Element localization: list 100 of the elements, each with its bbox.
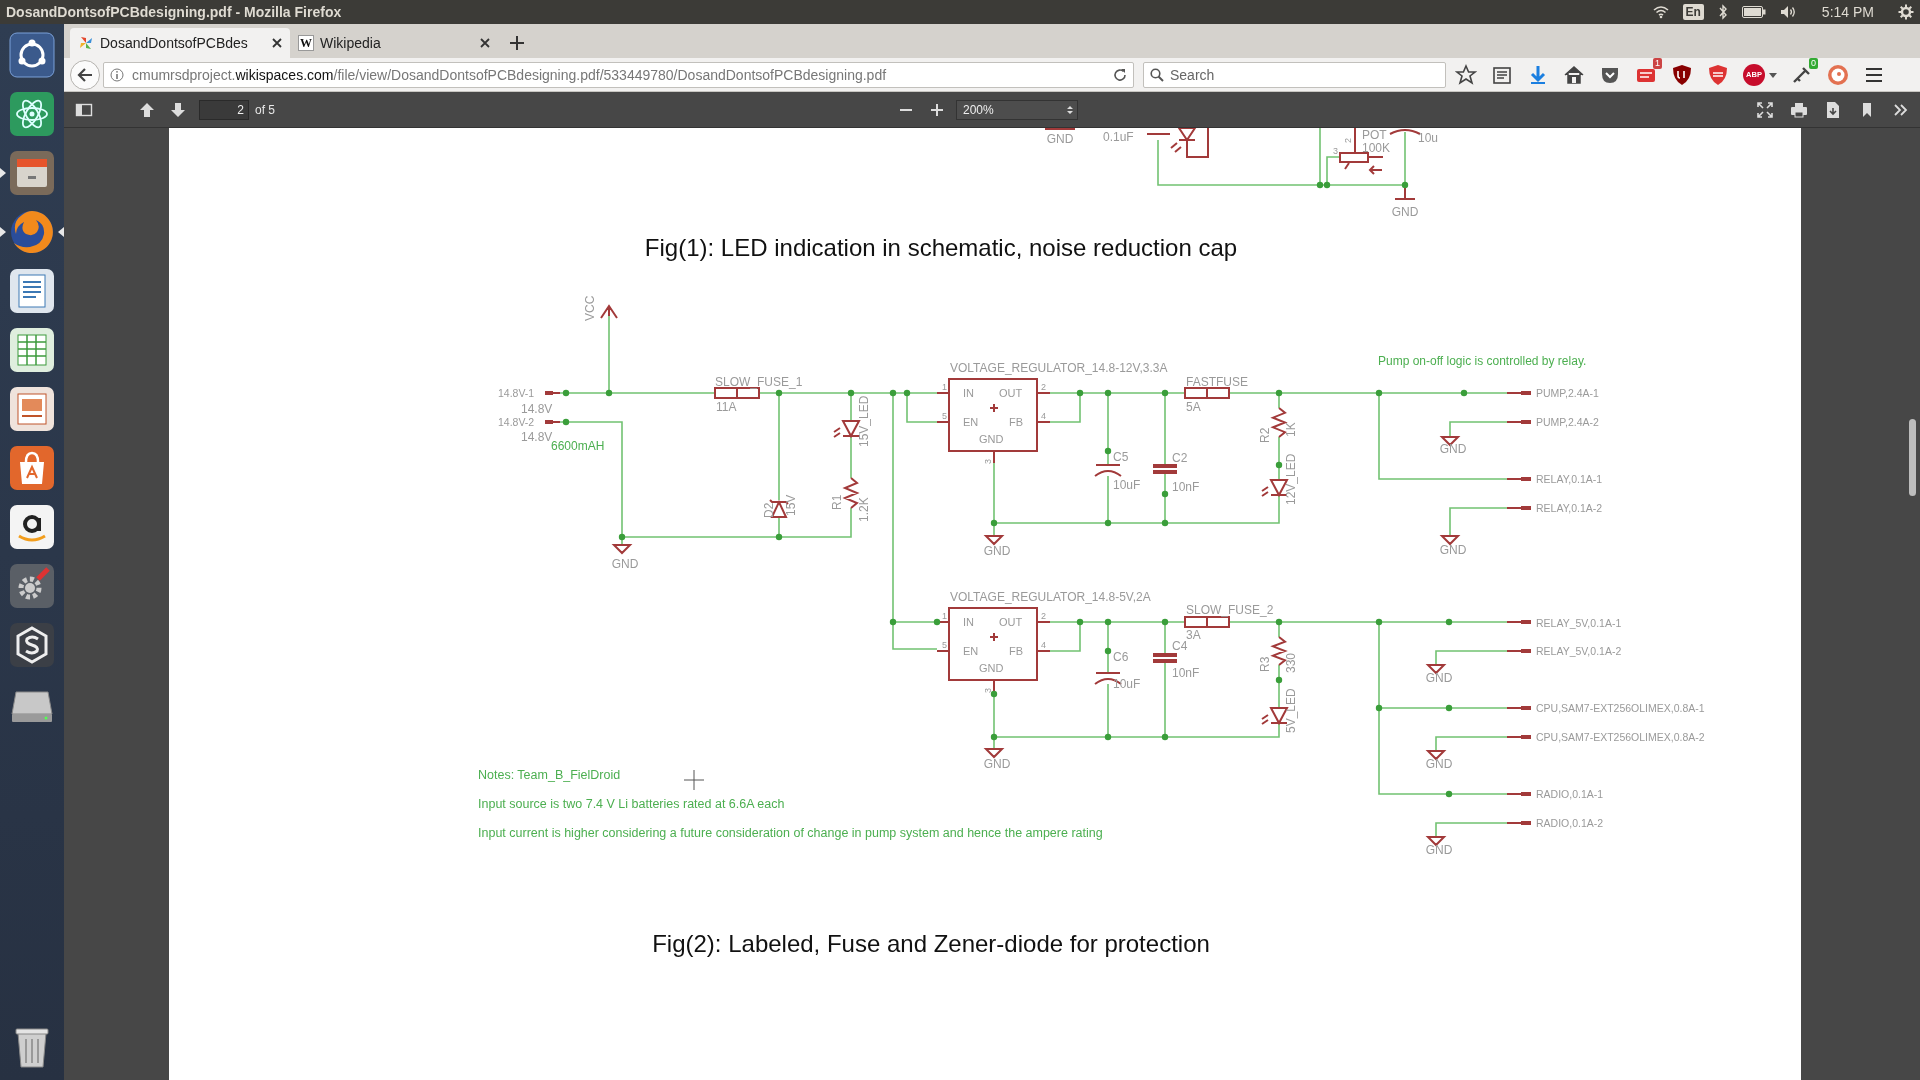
browser-tab[interactable]: DosandDontsofPCBdes [70,28,290,58]
part-label: CPU,SAM7-EXT256OLIMEX,0.8A-1 [1536,702,1705,714]
part-label: GND [1425,757,1453,771]
part-label: 14.8V-2 [498,416,535,428]
part-label: 4 [1041,640,1046,650]
clock-time[interactable]: 5:14 PM [1821,4,1874,20]
part-label: 10u [1418,131,1439,145]
scrollbar-thumb[interactable] [1909,419,1916,496]
part-label: VCC [583,295,597,321]
part-label: 1.2K [857,497,871,522]
close-icon[interactable] [480,38,490,48]
part-label: 100K [1362,141,1391,155]
part-label: 5 [942,411,947,421]
part-label: EN [963,416,979,428]
save-icon[interactable] [1824,100,1842,119]
wifi-icon[interactable] [1652,5,1669,19]
part-label: 12V_LED [1284,453,1298,505]
window-title: DosandDontsofPCBdesigning.pdf - Mozilla Firefox [6,4,343,20]
part-label: 3 [1333,146,1338,156]
part-label: 15V [784,494,798,516]
home-icon[interactable] [1563,63,1585,86]
up-arrow-icon[interactable] [138,100,156,119]
duck-icon[interactable] [1827,63,1849,86]
part-label: RELAY_5V,0.1A-1 [1536,617,1622,629]
part-label: IN [963,616,974,628]
part-label: 10nF [1172,666,1200,680]
part-label: C5 [1113,450,1129,464]
part-label: SLOW_FUSE_2 [1186,603,1274,617]
note-text: Input current is higher considering a future consideration of change in pump system and hence the ampere rating [478,826,1103,840]
part-label: GND [1439,442,1467,456]
part-label: IN [963,387,974,399]
zoom-select[interactable]: 200% [956,99,1078,120]
part-label: RADIO,0.1A-2 [1536,817,1604,829]
pinwheel-icon [78,35,94,51]
part-label: R1 [830,494,844,510]
part-label: 14.8V [521,430,553,444]
part-label: D2 [762,502,776,518]
crosshair-cursor-icon [683,769,705,791]
reload-icon[interactable] [1113,67,1127,82]
note-text: Notes: Team_B_FielDroid [478,768,621,782]
part-label: C6 [1113,650,1129,664]
part-label: 1K [1284,422,1298,437]
browser-tab[interactable]: W Wikipedia [290,28,498,58]
close-icon[interactable] [272,38,282,48]
page-number-field[interactable]: 2 [199,99,249,120]
part-label: 10nF [1172,480,1200,494]
part-label: GND [1391,205,1419,219]
info-icon[interactable] [110,67,124,82]
fullscreen-icon[interactable] [1756,100,1774,119]
part-label: 11A [716,400,737,414]
part-label: GND [1439,543,1467,557]
bluetooth-icon[interactable] [1717,4,1728,20]
part-label: GND [979,662,1004,674]
part-label: 1 [942,611,947,621]
part-label: GND [1425,843,1453,857]
address-field[interactable]: cmumrsdproject.wikispaces.com/file/view/DosandDontsofPCBdesigning.pdf/533449780/DosandDontsofPCBdesigning.pdf [103,61,1134,88]
part-label: GND [1425,671,1453,685]
note-text: 6600mAH [551,439,605,453]
part-label: GND [983,757,1011,771]
search-icon [1150,67,1164,82]
print-icon[interactable] [1790,100,1808,119]
volume-icon[interactable] [1779,5,1798,19]
gear-icon[interactable] [1898,4,1914,20]
part-label: VOLTAGE_REGULATOR_14.8-12V,3.3A [950,361,1168,375]
back-button[interactable] [70,59,100,90]
part-label: 3 [983,459,993,464]
part-label: 14.8V [521,402,553,416]
part-label: 1 [942,382,947,392]
plus-icon[interactable] [510,36,524,50]
extension-badge: 0 [1809,57,1818,69]
part-label: EN [963,645,979,657]
striped-shield-icon[interactable] [1707,63,1729,86]
part-label: PUMP,2.4A-1 [1536,387,1599,399]
fox-globe-icon[interactable] [0,208,64,256]
part-label: FASTFUSE [1186,375,1248,389]
part-label: FB [1009,645,1024,657]
left-arrow-icon [77,67,93,82]
part-label: 3A [1186,628,1201,642]
search-field[interactable]: Search [1143,61,1446,88]
keyboard-layout-indicator[interactable]: En [1682,4,1704,20]
star-icon[interactable] [1455,63,1477,86]
part-label: GND [1046,132,1074,146]
part-label: 330 [1284,652,1298,673]
part-label: CPU,SAM7-EXT256OLIMEX,0.8A-2 [1536,731,1705,743]
part-label: RELAY_5V,0.1A-2 [1536,645,1622,657]
caret-icon[interactable] [1769,70,1777,79]
notification-badge: 1 [1653,57,1662,69]
part-label: POT [1362,128,1387,142]
part-label: PUMP,2.4A-2 [1536,416,1599,428]
part-label: OUT [999,387,1023,399]
down-arrow-icon[interactable] [169,100,187,119]
part-label: 0.1uF [1103,130,1134,144]
part-label: 3 [983,688,993,693]
figure-caption: Fig(1): LED indication in schematic, noise reduction cap [644,234,1238,261]
part-label: R2 [1258,427,1272,443]
battery-icon[interactable] [1741,6,1766,18]
part-label: 5 [942,640,947,650]
part-label: RELAY,0.1A-2 [1536,502,1603,514]
note-text: Input source is two 7.4 V Li batteries rated at 6.6A each [478,797,785,811]
shield-letter-icon[interactable] [1671,63,1693,86]
